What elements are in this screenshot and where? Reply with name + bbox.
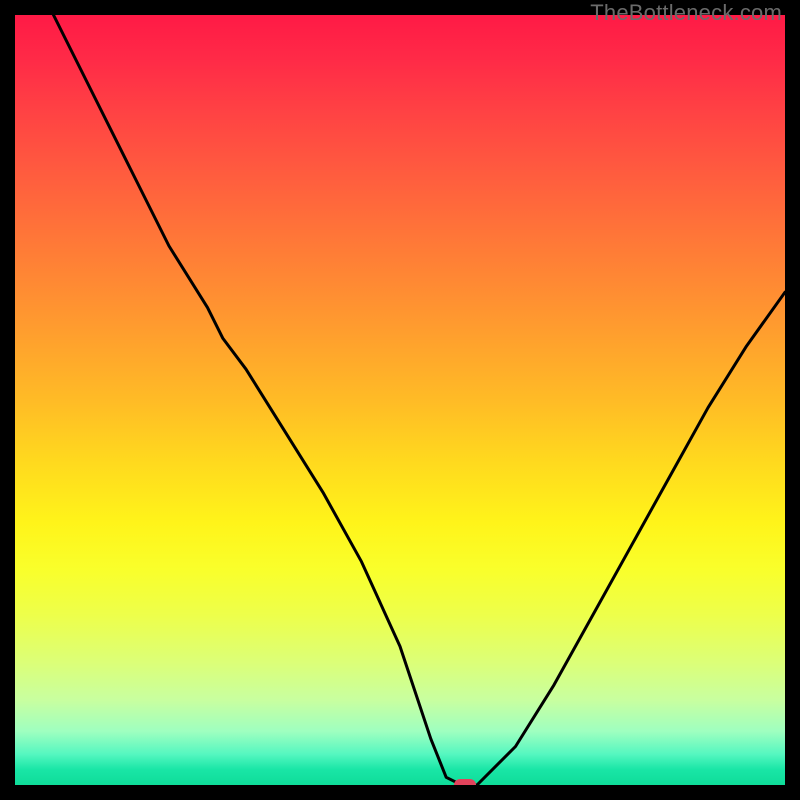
plot-area [15, 15, 785, 785]
optimal-point-marker [454, 779, 476, 785]
chart-frame: TheBottleneck.com [0, 0, 800, 800]
bottleneck-curve [15, 15, 785, 785]
watermark-text: TheBottleneck.com [590, 0, 782, 26]
